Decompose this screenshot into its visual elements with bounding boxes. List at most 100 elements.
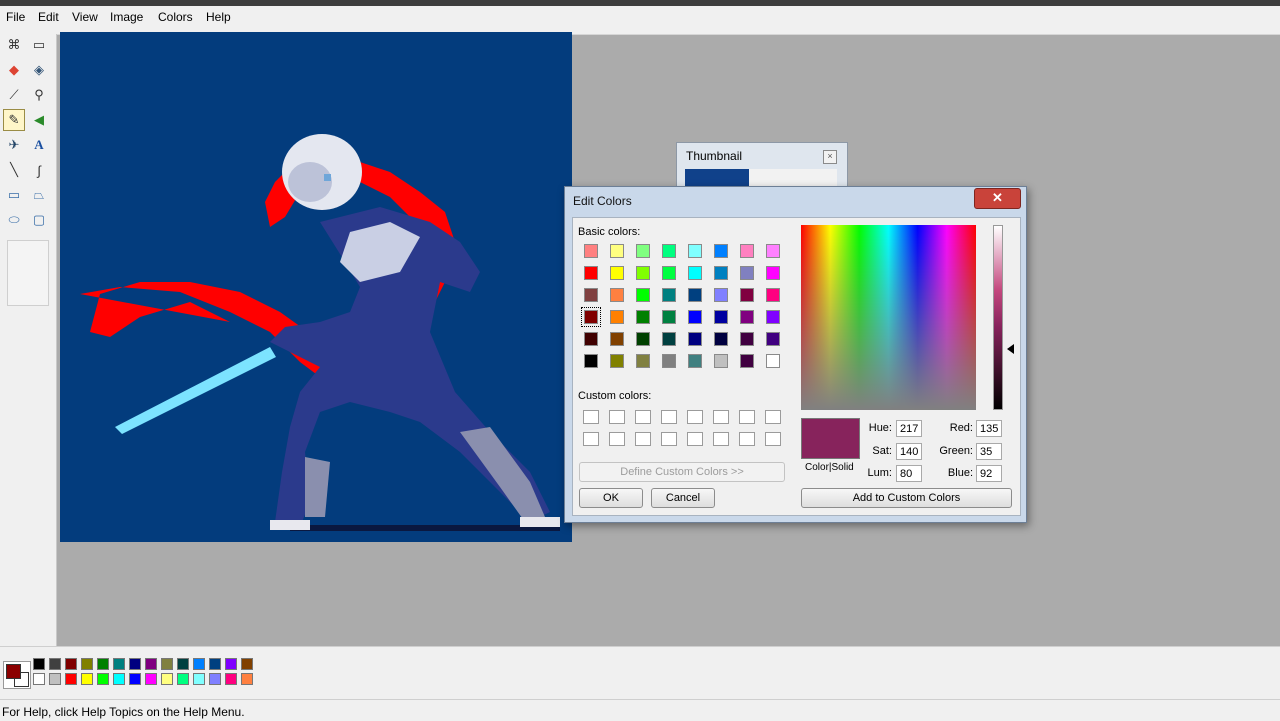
- ok-button[interactable]: OK: [579, 488, 643, 508]
- menu-edit[interactable]: Edit: [38, 10, 59, 24]
- basic-color-swatch[interactable]: [610, 354, 624, 368]
- palette-swatch[interactable]: [161, 673, 173, 685]
- palette-swatch[interactable]: [81, 673, 93, 685]
- basic-color-swatch[interactable]: [766, 288, 780, 302]
- palette-swatch[interactable]: [225, 673, 237, 685]
- basic-color-swatch[interactable]: [610, 266, 624, 280]
- custom-color-swatch[interactable]: [661, 410, 677, 424]
- pencil-icon[interactable]: ✎: [3, 109, 25, 131]
- custom-color-swatch[interactable]: [687, 410, 703, 424]
- basic-color-swatch[interactable]: [766, 354, 780, 368]
- airbrush-icon[interactable]: ✈: [3, 134, 25, 156]
- sat-field[interactable]: 140: [896, 443, 922, 460]
- basic-color-swatch[interactable]: [662, 310, 676, 324]
- palette-swatch[interactable]: [113, 673, 125, 685]
- eraser-icon[interactable]: ◆: [3, 59, 25, 81]
- basic-color-swatch[interactable]: [740, 288, 754, 302]
- menu-help[interactable]: Help: [206, 10, 231, 24]
- color-spectrum[interactable]: [801, 225, 976, 410]
- basic-color-swatch[interactable]: [636, 332, 650, 346]
- brush-icon[interactable]: ◀: [28, 109, 50, 131]
- palette-swatch[interactable]: [97, 658, 109, 670]
- palette-swatch[interactable]: [33, 658, 45, 670]
- color-picker-icon[interactable]: ⟋: [3, 84, 25, 106]
- lum-field[interactable]: 80: [896, 465, 922, 482]
- custom-color-swatch[interactable]: [635, 410, 651, 424]
- basic-color-swatch[interactable]: [610, 332, 624, 346]
- palette-swatch[interactable]: [65, 673, 77, 685]
- foreground-color[interactable]: [6, 664, 21, 679]
- basic-color-swatch[interactable]: [662, 354, 676, 368]
- green-field[interactable]: 35: [976, 443, 1002, 460]
- define-custom-colors-button[interactable]: Define Custom Colors >>: [579, 462, 785, 482]
- palette-swatch[interactable]: [65, 658, 77, 670]
- basic-color-swatch[interactable]: [584, 354, 598, 368]
- basic-color-swatch[interactable]: [714, 354, 728, 368]
- custom-color-swatch[interactable]: [635, 432, 651, 446]
- palette-swatch[interactable]: [209, 673, 221, 685]
- dialog-close-button[interactable]: ✕: [974, 188, 1021, 209]
- palette-swatch[interactable]: [161, 658, 173, 670]
- custom-color-swatch[interactable]: [765, 410, 781, 424]
- thumbnail-close-button[interactable]: ×: [823, 150, 837, 164]
- palette-swatch[interactable]: [193, 673, 205, 685]
- palette-swatch[interactable]: [241, 658, 253, 670]
- luminosity-slider[interactable]: [993, 225, 1003, 410]
- palette-swatch[interactable]: [177, 658, 189, 670]
- custom-color-swatch[interactable]: [583, 410, 599, 424]
- drawing-canvas[interactable]: [60, 32, 572, 542]
- palette-swatch[interactable]: [129, 673, 141, 685]
- custom-color-swatch[interactable]: [661, 432, 677, 446]
- basic-color-swatch[interactable]: [740, 354, 754, 368]
- basic-color-swatch[interactable]: [714, 332, 728, 346]
- basic-color-swatch[interactable]: [636, 266, 650, 280]
- basic-color-swatch[interactable]: [636, 288, 650, 302]
- palette-swatch[interactable]: [193, 658, 205, 670]
- text-icon[interactable]: A: [28, 134, 50, 156]
- fill-icon[interactable]: ◈: [28, 59, 50, 81]
- basic-color-swatch[interactable]: [662, 288, 676, 302]
- polygon-icon[interactable]: ⏢: [28, 184, 50, 206]
- palette-swatch[interactable]: [113, 658, 125, 670]
- custom-color-swatch[interactable]: [609, 410, 625, 424]
- hue-field[interactable]: 217: [896, 420, 922, 437]
- basic-color-swatch[interactable]: [662, 266, 676, 280]
- free-select-icon[interactable]: ⌘: [3, 34, 25, 56]
- basic-color-swatch[interactable]: [714, 288, 728, 302]
- basic-color-swatch[interactable]: [740, 244, 754, 258]
- basic-color-swatch[interactable]: [688, 354, 702, 368]
- line-icon[interactable]: ╲: [3, 159, 25, 181]
- menu-file[interactable]: File: [6, 10, 25, 24]
- palette-swatch[interactable]: [81, 658, 93, 670]
- rect-select-icon[interactable]: ▭: [28, 34, 50, 56]
- basic-color-swatch[interactable]: [584, 332, 598, 346]
- basic-color-swatch[interactable]: [610, 310, 624, 324]
- basic-color-swatch[interactable]: [766, 332, 780, 346]
- basic-color-swatch[interactable]: [714, 310, 728, 324]
- basic-color-swatch[interactable]: [688, 288, 702, 302]
- palette-swatch[interactable]: [241, 673, 253, 685]
- custom-color-swatch[interactable]: [739, 410, 755, 424]
- basic-color-swatch[interactable]: [584, 244, 598, 258]
- basic-color-swatch[interactable]: [714, 244, 728, 258]
- red-field[interactable]: 135: [976, 420, 1002, 437]
- basic-color-swatch[interactable]: [714, 266, 728, 280]
- custom-color-swatch[interactable]: [713, 432, 729, 446]
- basic-color-swatch[interactable]: [688, 310, 702, 324]
- ellipse-icon[interactable]: ⬭: [3, 209, 25, 231]
- basic-color-swatch[interactable]: [688, 332, 702, 346]
- menu-image[interactable]: Image: [110, 10, 143, 24]
- basic-color-swatch[interactable]: [740, 332, 754, 346]
- basic-color-swatch[interactable]: [740, 266, 754, 280]
- custom-color-swatch[interactable]: [739, 432, 755, 446]
- basic-color-swatch[interactable]: [662, 332, 676, 346]
- menu-colors[interactable]: Colors: [158, 10, 193, 24]
- rectangle-icon[interactable]: ▭: [3, 184, 25, 206]
- current-colors-box[interactable]: [3, 661, 31, 689]
- basic-color-swatch[interactable]: [610, 288, 624, 302]
- tool-options-box[interactable]: [7, 240, 49, 306]
- palette-swatch[interactable]: [209, 658, 221, 670]
- basic-color-swatch[interactable]: [766, 266, 780, 280]
- basic-color-swatch[interactable]: [636, 354, 650, 368]
- add-to-custom-colors-button[interactable]: Add to Custom Colors: [801, 488, 1012, 508]
